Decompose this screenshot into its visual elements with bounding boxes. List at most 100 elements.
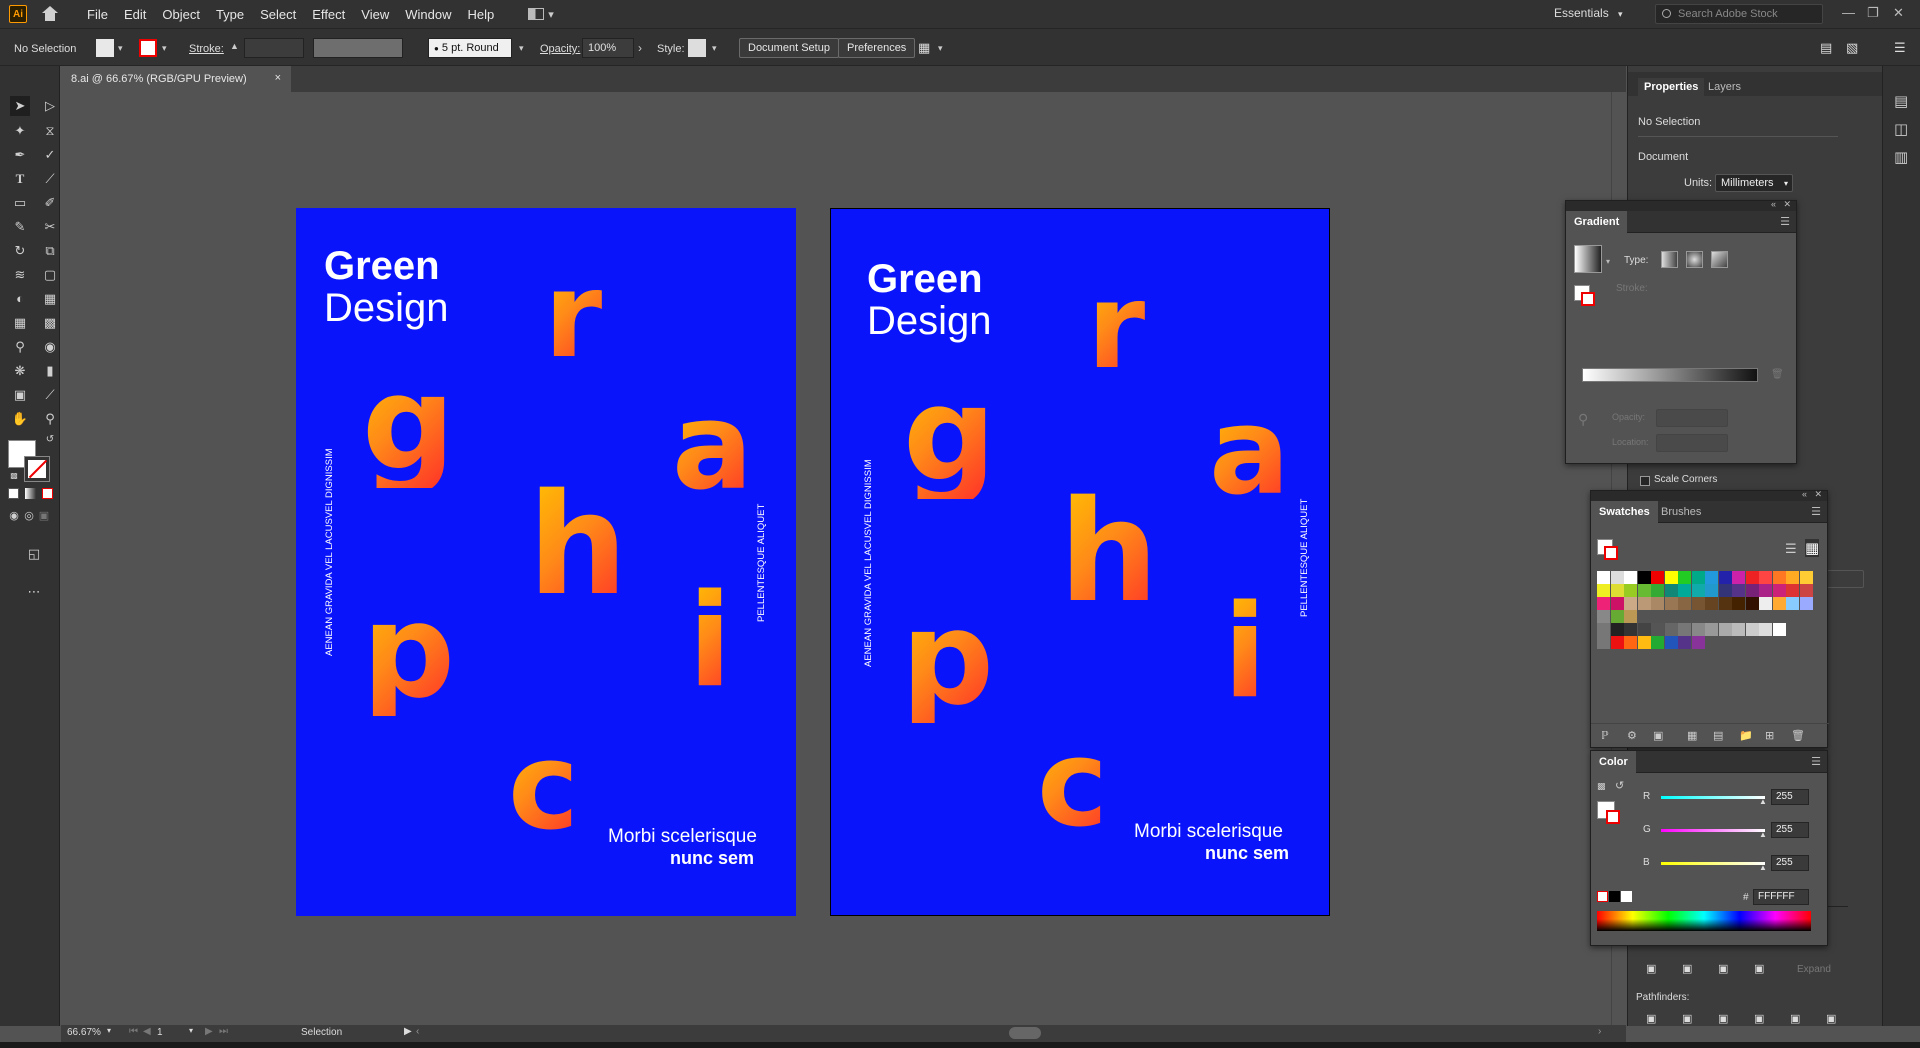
color-swatch[interactable] bbox=[1718, 597, 1732, 610]
canvas[interactable]: Green Design r g a h p i c AENEAN GRAVID… bbox=[61, 92, 1611, 1027]
color-swatch[interactable] bbox=[1664, 597, 1678, 610]
swatch-libraries-icon[interactable]: ℙ bbox=[1601, 729, 1609, 742]
slider-thumb-icon[interactable]: ▲ bbox=[1759, 863, 1767, 872]
chevron-down-icon[interactable]: ▾ bbox=[712, 43, 717, 54]
color-swatch[interactable] bbox=[1637, 623, 1651, 636]
chevron-down-icon[interactable]: ▾ bbox=[118, 43, 123, 54]
pathfinder-icon[interactable]: ▣ bbox=[1790, 1012, 1800, 1025]
previous-artboard-icon[interactable]: ◀ bbox=[143, 1026, 151, 1037]
chevron-down-icon[interactable]: ▾ bbox=[162, 43, 167, 54]
color-swatch[interactable] bbox=[1624, 584, 1637, 597]
stroke-color-box[interactable] bbox=[24, 456, 50, 482]
color-swatch[interactable] bbox=[1610, 610, 1624, 623]
color-swatch[interactable] bbox=[1651, 636, 1664, 649]
color-swatch[interactable] bbox=[1678, 636, 1691, 649]
units-select[interactable]: Millimeters ▾ bbox=[1715, 174, 1793, 192]
color-swatch[interactable] bbox=[1664, 636, 1678, 649]
grid-view-icon[interactable]: ▦ bbox=[1805, 539, 1820, 557]
color-swatch[interactable] bbox=[1637, 571, 1651, 584]
screen-mode-icon[interactable]: ◱ bbox=[24, 544, 44, 564]
gradient-mode-icon[interactable] bbox=[25, 488, 36, 499]
color-swatch[interactable] bbox=[1745, 571, 1759, 584]
slice-tool-icon[interactable]: ⟋ bbox=[40, 385, 60, 405]
red-value-field[interactable]: 255 bbox=[1771, 789, 1809, 805]
chevron-down-icon[interactable]: ▾ bbox=[189, 1026, 193, 1035]
document-tab[interactable]: 8.ai @ 66.67% (RGB/GPU Preview) × bbox=[61, 66, 291, 92]
artboard-2[interactable]: Green Design r g a h p i c AENEAN GRAVID… bbox=[830, 208, 1330, 916]
restore-icon[interactable]: ❐ bbox=[1867, 5, 1879, 21]
tab-properties[interactable]: Properties bbox=[1638, 78, 1705, 96]
color-swatch[interactable] bbox=[1718, 623, 1732, 636]
color-stroke-indicator[interactable] bbox=[1606, 810, 1620, 824]
pathfinder-icon[interactable]: ▣ bbox=[1646, 962, 1656, 975]
properties-icon[interactable]: ▤ bbox=[1894, 92, 1908, 110]
color-swatch[interactable] bbox=[1597, 636, 1610, 649]
layers-icon[interactable]: ◫ bbox=[1894, 120, 1908, 138]
curvature-tool-icon[interactable]: ✓ bbox=[40, 145, 60, 165]
color-swatch[interactable] bbox=[1678, 571, 1691, 584]
chevron-down-icon[interactable]: ▾ bbox=[938, 43, 943, 54]
stroke-weight-field[interactable] bbox=[244, 38, 304, 58]
rotate-tool-icon[interactable]: ↻ bbox=[10, 241, 30, 261]
direct-selection-tool-icon[interactable]: ▷ bbox=[40, 96, 60, 116]
color-swatch[interactable] bbox=[1691, 597, 1705, 610]
freeform-gradient-button[interactable] bbox=[1711, 251, 1728, 268]
pathfinder-icon[interactable]: ▣ bbox=[1718, 1012, 1728, 1025]
tab-swatches[interactable]: Swatches bbox=[1591, 501, 1658, 523]
lasso-tool-icon[interactable]: ⧖ bbox=[40, 121, 60, 141]
collapse-icon[interactable]: « bbox=[1802, 489, 1807, 499]
color-swatch[interactable] bbox=[1759, 571, 1772, 584]
hand-tool-icon[interactable]: ✋ bbox=[10, 409, 30, 429]
slider-thumb-icon[interactable]: ▲ bbox=[1759, 830, 1767, 839]
color-swatch[interactable] bbox=[1705, 571, 1718, 584]
edit-toolbar-icon[interactable]: ⋯ bbox=[24, 582, 44, 602]
panel-menu-icon[interactable]: ☰ bbox=[1894, 40, 1906, 56]
color-swatch[interactable] bbox=[1624, 636, 1637, 649]
new-group-icon[interactable]: 📁 bbox=[1739, 729, 1753, 742]
color-swatch[interactable] bbox=[1786, 584, 1799, 597]
swap-fill-stroke-icon[interactable]: ↺ bbox=[40, 430, 60, 450]
scale-corners-checkbox[interactable] bbox=[1640, 476, 1650, 486]
hex-value-field[interactable]: FFFFFF bbox=[1753, 889, 1809, 905]
fill-swatch[interactable] bbox=[96, 39, 114, 57]
graphic-style-swatch[interactable] bbox=[688, 39, 706, 57]
warp-tool-icon[interactable]: ≋ bbox=[10, 265, 30, 285]
stroke-stepper-icon[interactable]: ▲ bbox=[230, 41, 239, 51]
none-color-swatch[interactable] bbox=[1597, 891, 1608, 902]
color-swatch[interactable] bbox=[1610, 584, 1624, 597]
color-swatch[interactable] bbox=[1664, 584, 1678, 597]
panel-grip[interactable]: « ✕ bbox=[1566, 199, 1796, 211]
color-swatch[interactable] bbox=[1772, 597, 1786, 610]
workspace-switcher[interactable]: Essentials ▾ bbox=[1554, 6, 1623, 20]
color-swatch[interactable] bbox=[1610, 623, 1624, 636]
pen-tool-icon[interactable]: ✒ bbox=[10, 145, 30, 165]
chevron-down-icon[interactable]: ▾ bbox=[519, 43, 524, 54]
column-graph-tool-icon[interactable]: ▮ bbox=[40, 361, 60, 381]
transform-icon[interactable]: ▧ bbox=[1846, 40, 1858, 56]
pathfinder-icon[interactable]: ▣ bbox=[1718, 962, 1728, 975]
color-swatch[interactable] bbox=[1799, 571, 1813, 584]
color-swatch[interactable] bbox=[1691, 584, 1705, 597]
color-mode-icon[interactable] bbox=[8, 488, 19, 499]
brush-definition[interactable]: ● 5 pt. Round bbox=[428, 38, 512, 58]
opacity-label[interactable]: Opacity: bbox=[540, 43, 580, 55]
last-artboard-icon[interactable]: ⏭ bbox=[219, 1026, 228, 1037]
none-mode-icon[interactable] bbox=[42, 488, 53, 499]
pathfinder-icon[interactable]: ▣ bbox=[1754, 1012, 1764, 1025]
draw-inside-icon[interactable]: ▣ bbox=[34, 506, 54, 526]
menu-window[interactable]: Window bbox=[397, 7, 459, 22]
chevron-down-icon[interactable]: ▾ bbox=[107, 1026, 111, 1035]
panel-menu-icon[interactable]: ☰ bbox=[1811, 505, 1821, 518]
pencil-tool-icon[interactable]: ✎ bbox=[10, 217, 30, 237]
eyedropper-tool-icon[interactable]: ⚲ bbox=[10, 337, 30, 357]
color-swatch[interactable] bbox=[1624, 610, 1637, 623]
default-colors-icon[interactable]: ▩ bbox=[1597, 781, 1606, 792]
color-spectrum[interactable] bbox=[1597, 911, 1811, 931]
close-icon[interactable]: ✕ bbox=[1814, 489, 1822, 500]
minimize-icon[interactable]: — bbox=[1842, 5, 1855, 20]
color-swatch[interactable] bbox=[1691, 636, 1705, 649]
color-swatch[interactable] bbox=[1597, 610, 1610, 623]
color-swatch[interactable] bbox=[1678, 623, 1691, 636]
color-swatch[interactable] bbox=[1637, 597, 1651, 610]
blend-tool-icon[interactable]: ◉ bbox=[40, 337, 60, 357]
